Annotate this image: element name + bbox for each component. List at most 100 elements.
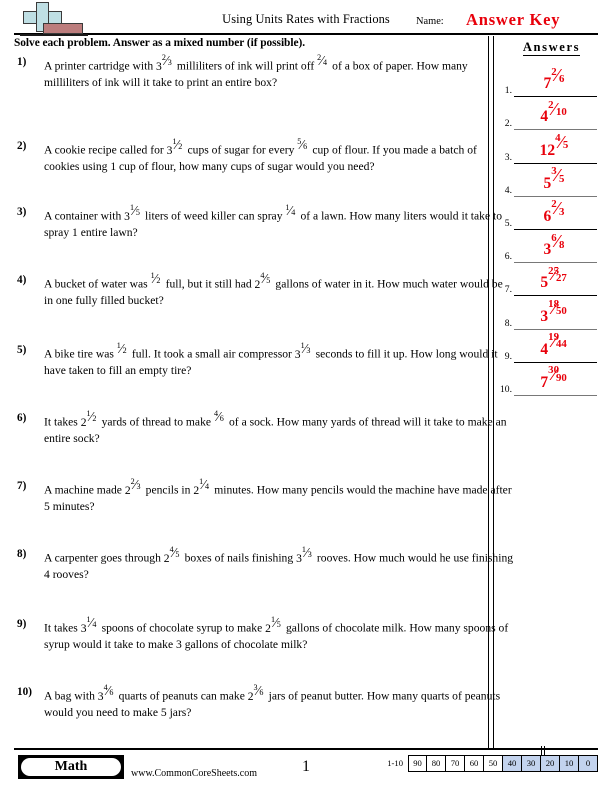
problem-value-fraction: 2 ⁄ 4 <box>317 53 329 70</box>
problem-value-denominator: 3 <box>307 549 312 559</box>
answer-value: 4 2 ⁄ 10 <box>514 100 597 127</box>
answer-mixed-number: 3 18 ⁄ 50 <box>540 299 570 325</box>
answer-value: 3 18 ⁄ 50 <box>514 299 597 326</box>
problem-value: 4 ⁄ 6 <box>214 409 226 429</box>
problem-item: 1) A printer cartridge with 3 2 ⁄ 3 millilit… <box>14 53 514 92</box>
answer-mixed-number-whole: 12 <box>539 141 556 159</box>
answer-index: 8. <box>504 317 512 329</box>
answer-mixed-number: 6 2 ⁄ 3 <box>543 199 567 225</box>
problem-value: 3 1 ⁄ 4 <box>81 615 99 634</box>
answer-mixed-number-fraction: 18 ⁄ 50 <box>548 299 570 321</box>
problem-value: 3 1 ⁄ 3 <box>296 545 314 564</box>
answer-row: 7. 5 25 ⁄ 27 <box>495 263 612 297</box>
grading-scale: 1-10 90 80 70 60 50 40 30 20 10 0 <box>387 746 598 772</box>
answer-row: 9. 4 19 ⁄ 44 <box>495 330 612 363</box>
problem-value: 5 ⁄ 6 <box>297 137 309 157</box>
answer-mixed-number: 7 30 ⁄ 90 <box>540 365 570 391</box>
answer-mixed-number-denominator: 10 <box>555 106 567 119</box>
problem-value-fraction: 4 ⁄ 6 <box>104 683 116 700</box>
answer-mixed-number: 3 6 ⁄ 8 <box>543 232 567 258</box>
answer-index: 4. <box>504 184 512 196</box>
problem-number: 6) <box>17 412 27 424</box>
answer-mixed-number-fraction: 3 ⁄ 5 <box>551 166 567 188</box>
scale-cell: 70 <box>446 755 465 772</box>
answer-index: 3. <box>504 151 512 163</box>
problem-item: 3) A container with 3 1 ⁄ 5 liters of weed k… <box>14 202 514 242</box>
answer-row: 1. 7 2 ⁄ 6 <box>495 64 612 98</box>
answer-mixed-number-whole: 5 <box>543 174 552 192</box>
answer-key-stamp: Answer Key <box>466 10 561 29</box>
answer-mixed-number-whole: 4 <box>540 340 549 358</box>
answer-mixed-number-denominator: 6 <box>559 72 565 85</box>
problem-list: 1) A printer cartridge with 3 2 ⁄ 3 millilit… <box>14 53 513 748</box>
problem-number: 3) <box>17 206 27 218</box>
problem-value-fraction: 1 ⁄ 2 <box>151 271 163 288</box>
problem-value-denominator: 4 <box>92 619 97 629</box>
answer-value: 4 19 ⁄ 44 <box>514 332 597 359</box>
problem-value: 2 1 ⁄ 2 <box>81 409 99 428</box>
problem-value-fraction: 1 ⁄ 2 <box>172 137 184 154</box>
problem-value-fraction: 1 ⁄ 4 <box>199 477 211 494</box>
problem-value-fraction: 1 ⁄ 3 <box>301 341 313 358</box>
problem-value-fraction: 4 ⁄ 6 <box>214 409 226 426</box>
problem-value-fraction: 1 ⁄ 2 <box>87 409 99 426</box>
problem-value: 3 1 ⁄ 3 <box>295 341 313 360</box>
scale-cell: 10 <box>560 755 579 772</box>
answer-mixed-number-whole: 5 <box>540 274 549 292</box>
answer-mixed-number-fraction: 2 ⁄ 10 <box>548 100 570 122</box>
problem-value-denominator: 2 <box>122 345 127 355</box>
scale-cell: 40 <box>503 755 522 772</box>
problem-text: A machine made 2 2 ⁄ 3 pencils in 2 1 ⁄ 4 minu… <box>44 476 512 514</box>
problem-value: 2 3 ⁄ 6 <box>248 683 266 702</box>
problem-value-fraction: 1 ⁄ 5 <box>130 203 142 220</box>
answer-index: 9. <box>504 350 512 362</box>
problem-value: 2 1 ⁄ 4 <box>193 477 211 496</box>
problem-value-denominator: 2 <box>178 141 183 151</box>
answers-heading: Answers <box>495 40 608 56</box>
answer-mixed-number: 4 19 ⁄ 44 <box>540 332 570 358</box>
problem-value-denominator: 3 <box>167 57 172 67</box>
problem-value-denominator: 6 <box>259 687 264 697</box>
problem-number: 4) <box>17 274 27 286</box>
problem-text: A container with 3 1 ⁄ 5 liters of weed kil… <box>44 202 503 240</box>
problem-item: 9) It takes 3 1 ⁄ 4 spoons of chocolate syru… <box>14 614 514 654</box>
problem-value: 1 ⁄ 2 <box>151 271 163 291</box>
problem-number: 8) <box>17 548 27 560</box>
problem-number: 1) <box>17 56 27 68</box>
problem-value-denominator: 5 <box>266 275 271 285</box>
problem-value-fraction: 2 ⁄ 3 <box>162 53 174 70</box>
scale-cell: 0 <box>579 755 598 772</box>
scale-range-label: 1-10 <box>387 758 403 768</box>
answer-index: 2. <box>504 118 512 130</box>
problem-value: 2 1 ⁄ 5 <box>265 615 283 634</box>
scale-tick-right <box>543 746 545 755</box>
problem-value-denominator: 4 <box>322 57 328 67</box>
problem-value-denominator: 5 <box>276 619 281 629</box>
problem-value-denominator: 6 <box>303 141 308 151</box>
problem-text: A carpenter goes through 2 4 ⁄ 5 boxes of n… <box>44 544 514 582</box>
answer-mixed-number-fraction: 4 ⁄ 5 <box>555 133 571 155</box>
problem-number: 7) <box>17 480 27 492</box>
problem-text: A bag with 3 4 ⁄ 6 quarts of peanuts can ma… <box>44 682 501 720</box>
problem-value-fraction: 5 ⁄ 6 <box>297 137 309 154</box>
problem-text: A bike tire was 1 ⁄ 2 full. It took a smal… <box>44 340 498 378</box>
answer-row: 6. 3 6 ⁄ 8 <box>495 230 612 264</box>
answer-value: 5 25 ⁄ 27 <box>514 266 597 293</box>
problem-number: 2) <box>17 140 27 152</box>
scale-cell: 90 <box>408 755 427 772</box>
answer-row: 4. 5 3 ⁄ 5 <box>495 164 612 197</box>
problem-value: 2 4 ⁄ 5 <box>255 271 273 290</box>
answer-value: 7 30 ⁄ 90 <box>514 365 597 392</box>
name-label: Name: <box>416 16 444 27</box>
answer-row: 10. 7 30 ⁄ 90 <box>495 363 612 396</box>
problem-value-denominator: 6 <box>219 413 224 423</box>
problem-value: 3 2 ⁄ 3 <box>156 53 174 72</box>
instruction-text: Solve each problem. Answer as a mixed nu… <box>14 37 306 49</box>
answer-row: 2. 4 2 ⁄ 10 <box>495 97 612 131</box>
problem-value-denominator: 2 <box>156 275 161 285</box>
problem-text: A cookie recipe called for 3 1 ⁄ 2 cups of … <box>44 136 477 174</box>
answer-mixed-number-whole: 7 <box>543 75 552 93</box>
problem-value-denominator: 5 <box>175 549 180 559</box>
problem-value-denominator: 4 <box>291 207 296 217</box>
problem-text: It takes 3 1 ⁄ 4 spoons of chocolate syrup … <box>44 614 509 652</box>
